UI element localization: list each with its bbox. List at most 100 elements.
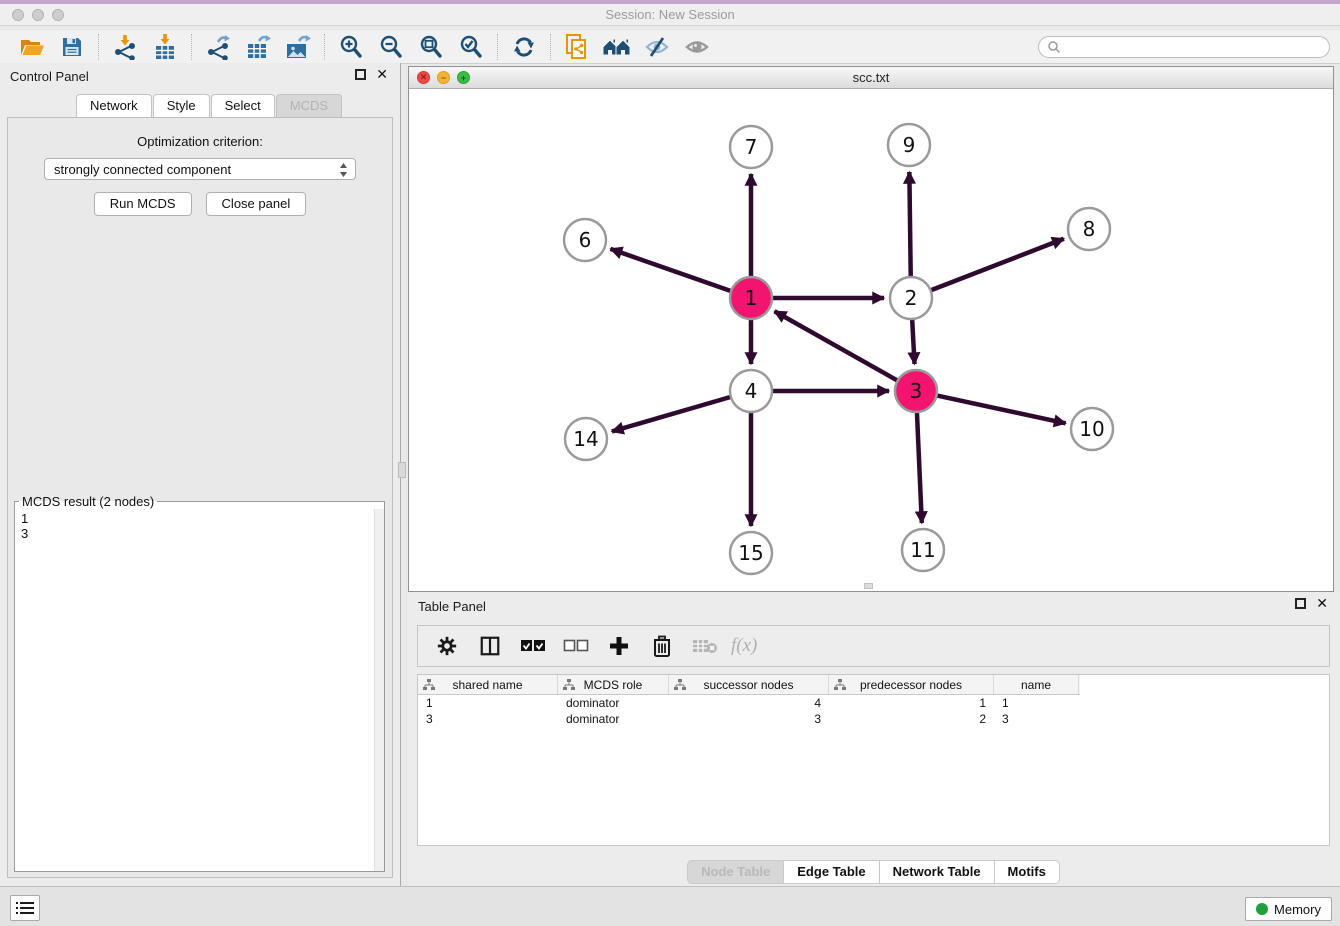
graph-node-3[interactable]: 3 — [895, 370, 937, 412]
select-stepper-icon — [339, 162, 348, 181]
cell-predecessor-nodes[interactable]: 1 — [829, 695, 994, 711]
select-all-checkmarks-icon[interactable] — [516, 630, 550, 662]
graph-node-14[interactable]: 14 — [565, 418, 607, 460]
memory-button[interactable]: Memory — [1245, 897, 1332, 921]
cell-name[interactable]: 1 — [994, 695, 1079, 711]
control-panel: Control Panel ✕ Network Style Select MCD… — [0, 63, 401, 886]
float-panel-icon[interactable] — [355, 69, 366, 80]
tab-mcds[interactable]: MCDS — [276, 94, 342, 117]
graph-node-10[interactable]: 10 — [1071, 408, 1113, 450]
tab-node-table[interactable]: Node Table — [687, 860, 784, 884]
network-window-titlebar[interactable]: ✕ − + scc.txt — [409, 67, 1333, 89]
import-table-icon[interactable] — [145, 32, 185, 62]
graph-edge-2-9[interactable] — [909, 172, 910, 277]
cell-mcds-role[interactable]: dominator — [558, 711, 669, 727]
zoom-out-icon[interactable] — [371, 32, 411, 62]
mcds-result-text[interactable]: 1 3 — [15, 509, 375, 871]
column-header-mcds-role[interactable]: MCDS role — [558, 675, 669, 694]
close-table-panel-icon[interactable]: ✕ — [1316, 598, 1328, 609]
table-tabs: Node Table Edge Table Network Table Moti… — [408, 860, 1340, 884]
svg-text:9: 9 — [903, 133, 916, 157]
graph-edge-4-14[interactable] — [612, 397, 731, 432]
cell-name[interactable]: 3 — [994, 711, 1079, 727]
tab-motifs[interactable]: Motifs — [994, 860, 1060, 884]
cell-shared-name[interactable]: 1 — [418, 695, 558, 711]
export-image-icon[interactable] — [278, 32, 318, 62]
show-hidden-eye-icon[interactable] — [677, 32, 717, 62]
network-graph-canvas[interactable]: 7 9 6 8 1 2 4 3 14 10 15 11 — [409, 89, 1333, 591]
mcds-result-group: MCDS result (2 nodes) 1 3 — [14, 494, 385, 872]
mcds-result-title: MCDS result (2 nodes) — [19, 494, 157, 509]
panel-splitter-handle[interactable] — [398, 462, 406, 478]
table-toolbar: f(x) — [417, 625, 1330, 667]
criterion-select[interactable]: strongly connected component — [44, 158, 356, 180]
export-network-icon[interactable] — [198, 32, 238, 62]
graph-node-8[interactable]: 8 — [1068, 208, 1110, 250]
column-type-icon — [674, 679, 686, 691]
node-table: shared name MCDS role successor nodes pr… — [417, 674, 1330, 846]
save-session-icon[interactable] — [52, 32, 92, 62]
graph-edge-3-1[interactable] — [775, 311, 898, 380]
table-header-row: shared name MCDS role successor nodes pr… — [418, 675, 1080, 695]
graph-node-15[interactable]: 15 — [730, 532, 772, 574]
import-network-icon[interactable] — [105, 32, 145, 62]
cell-successor-nodes[interactable]: 3 — [669, 711, 829, 727]
hide-selected-eye-slash-icon[interactable] — [637, 32, 677, 62]
status-bar: Memory — [0, 886, 1340, 926]
column-header-predecessor-nodes[interactable]: predecessor nodes — [829, 675, 994, 694]
clear-checkmarks-icon[interactable] — [559, 630, 593, 662]
tab-network[interactable]: Network — [76, 94, 152, 117]
tab-select[interactable]: Select — [211, 94, 275, 117]
float-table-panel-icon[interactable] — [1295, 598, 1306, 609]
cell-mcds-role[interactable]: dominator — [558, 695, 669, 711]
zoom-selected-icon[interactable] — [451, 32, 491, 62]
create-views-houses-icon[interactable] — [597, 32, 637, 62]
graph-edge-2-3[interactable] — [912, 319, 914, 364]
svg-text:15: 15 — [738, 541, 763, 565]
graph-node-4[interactable]: 4 — [730, 370, 772, 412]
delete-table-icon[interactable] — [688, 630, 722, 662]
run-mcds-button[interactable]: Run MCDS — [94, 192, 192, 216]
graph-edge-3-10[interactable] — [937, 395, 1066, 423]
cell-shared-name[interactable]: 3 — [418, 711, 558, 727]
tab-style[interactable]: Style — [153, 94, 210, 117]
task-history-list-icon[interactable] — [10, 895, 40, 921]
table-row[interactable]: 3 dominator 3 2 3 — [418, 711, 1329, 727]
graph-edge-3-11[interactable] — [917, 412, 922, 523]
toggle-panel-layout-icon[interactable] — [473, 630, 507, 662]
cell-successor-nodes[interactable]: 4 — [669, 695, 829, 711]
cell-predecessor-nodes[interactable]: 2 — [829, 711, 994, 727]
search-field — [1038, 36, 1330, 58]
graph-node-2[interactable]: 2 — [890, 277, 932, 319]
optimization-criterion-label: Optimization criterion: — [8, 134, 392, 149]
delete-columns-trash-icon[interactable] — [645, 630, 679, 662]
zoom-in-icon[interactable] — [331, 32, 371, 62]
graph-node-1[interactable]: 1 — [730, 277, 772, 319]
fit-content-icon[interactable] — [411, 32, 451, 62]
search-input[interactable] — [1061, 40, 1329, 54]
graph-node-7[interactable]: 7 — [730, 126, 772, 168]
tab-network-table[interactable]: Network Table — [879, 860, 995, 884]
result-scrollbar[interactable] — [374, 509, 384, 871]
graph-edge-2-8[interactable] — [931, 239, 1064, 291]
table-row[interactable]: 1 dominator 4 1 1 — [418, 695, 1329, 711]
table-options-gear-icon[interactable] — [430, 630, 464, 662]
function-builder-fx-icon[interactable]: f(x) — [731, 635, 757, 657]
column-header-name[interactable]: name — [994, 675, 1079, 694]
graph-node-9[interactable]: 9 — [888, 124, 930, 166]
graph-edge-1-6[interactable] — [610, 249, 731, 291]
create-column-plus-icon[interactable] — [602, 630, 636, 662]
close-panel-icon[interactable]: ✕ — [376, 69, 388, 80]
column-header-successor-nodes[interactable]: successor nodes — [669, 675, 829, 694]
close-panel-button[interactable]: Close panel — [206, 192, 307, 216]
refresh-view-icon[interactable] — [504, 32, 544, 62]
main-toolbar — [0, 30, 1340, 64]
open-file-icon[interactable] — [12, 32, 52, 62]
graph-node-6[interactable]: 6 — [564, 219, 606, 261]
tab-edge-table[interactable]: Edge Table — [783, 860, 879, 884]
graph-node-11[interactable]: 11 — [902, 529, 944, 571]
column-header-shared-name[interactable]: shared name — [418, 675, 558, 694]
export-table-icon[interactable] — [238, 32, 278, 62]
copy-networks-icon[interactable] — [557, 32, 597, 62]
canvas-splitter-grip[interactable] — [864, 583, 873, 589]
